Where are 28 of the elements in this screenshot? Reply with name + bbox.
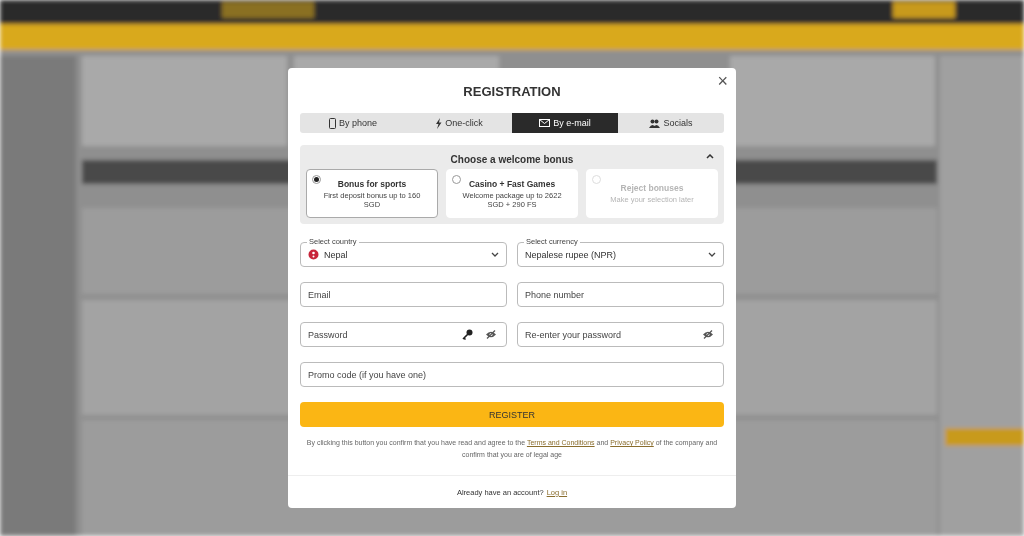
input-field[interactable]: Promo code (if you have one) — [300, 362, 724, 387]
option-title: Bonus for sports — [337, 178, 407, 189]
hidden-eye-icon[interactable] — [485, 330, 497, 339]
people-icon — [649, 118, 661, 128]
tab[interactable]: One-click — [406, 113, 512, 133]
option-title: Casino + Fast Games — [468, 178, 556, 189]
bonus-heading: Choose a welcome bonus — [450, 154, 574, 165]
dialog-title: REGISTRATION — [462, 84, 562, 101]
lightning-icon — [435, 117, 443, 129]
input-field[interactable]: Phone number — [517, 282, 724, 307]
phone-icon — [329, 117, 336, 129]
radio-button[interactable] — [312, 175, 321, 184]
input-field[interactable]: Re-enter your password — [517, 322, 724, 347]
flag-icon — [308, 249, 319, 260]
register-button[interactable]: REGISTER — [300, 402, 724, 427]
close-button[interactable]: × — [713, 71, 732, 91]
tab[interactable]: Socials — [618, 113, 724, 133]
caret-icon — [491, 252, 499, 257]
chevron-icon[interactable] — [706, 154, 714, 159]
key-icon[interactable] — [462, 329, 473, 340]
input-field[interactable]: Password — [300, 322, 507, 347]
tab[interactable]: By e-mail — [512, 113, 618, 133]
caret-icon — [708, 252, 716, 257]
envelope-icon — [539, 119, 551, 127]
option-title: Reject bonuses — [620, 183, 684, 193]
hidden-eye-icon[interactable] — [702, 330, 714, 339]
input-field[interactable]: Email — [300, 282, 507, 307]
tab[interactable]: By phone — [300, 113, 406, 133]
